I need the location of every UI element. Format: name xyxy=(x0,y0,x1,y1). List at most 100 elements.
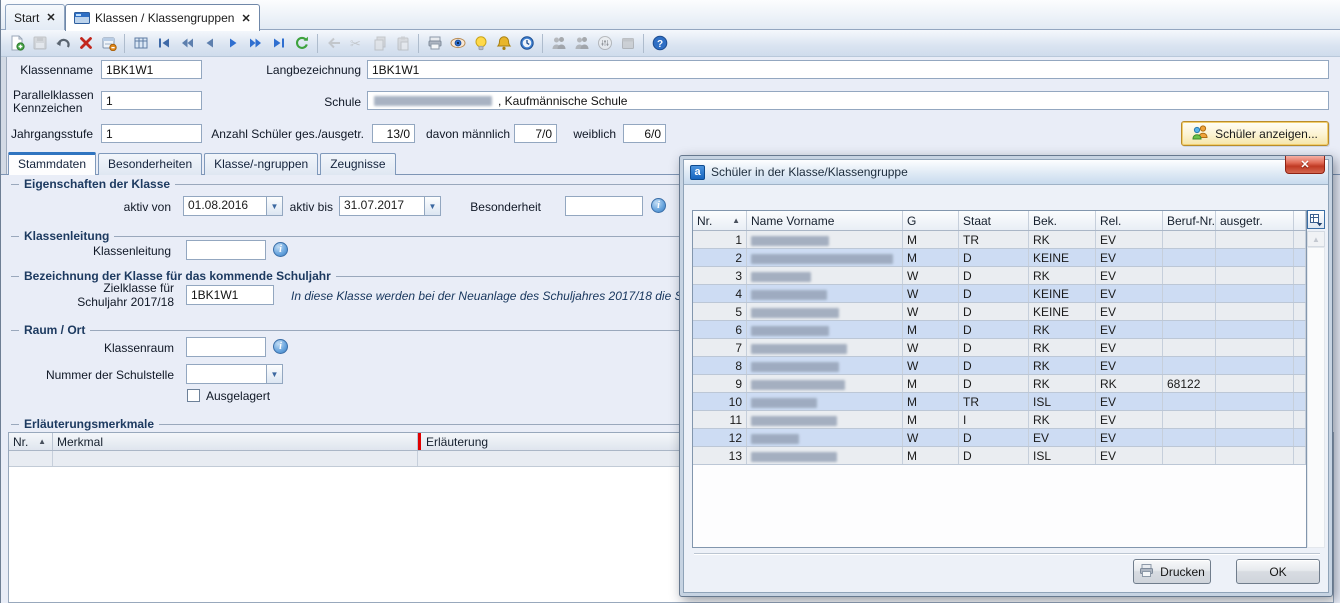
new-record-icon[interactable] xyxy=(5,32,28,55)
first-record-icon[interactable] xyxy=(152,32,175,55)
students-dialog: Schüler in der Klasse/Klassengruppe Nr. … xyxy=(679,155,1333,597)
filter-cell-nr[interactable] xyxy=(9,451,53,466)
info-icon[interactable] xyxy=(273,242,288,257)
tab-zeugnisse[interactable]: Zeugnisse xyxy=(320,153,395,175)
student-row[interactable]: 3WDRKEV xyxy=(693,267,1306,285)
student-religion: EV xyxy=(1096,357,1163,374)
dialog-close-icon[interactable] xyxy=(1285,156,1325,174)
student-nr: 3 xyxy=(693,267,747,284)
student-row[interactable]: 4WDKEINEEV xyxy=(693,285,1306,303)
column-header-staat[interactable]: Staat xyxy=(959,211,1029,230)
prev-record-icon[interactable] xyxy=(198,32,221,55)
column-header-rel[interactable]: Rel. xyxy=(1096,211,1163,230)
parallelklassen-input[interactable] xyxy=(101,91,202,110)
info-icon[interactable] xyxy=(651,198,666,213)
aktiv-von-combo[interactable]: 01.08.2016 xyxy=(183,196,283,216)
students-dialog-titlebar[interactable]: Schüler in der Klasse/Klassengruppe xyxy=(684,160,1328,185)
schule-label: Schule xyxy=(291,95,361,109)
student-row[interactable]: 10MTRISLEV xyxy=(693,393,1306,411)
student-row[interactable]: 8WDRKEV xyxy=(693,357,1306,375)
jahrgangsstufe-input[interactable] xyxy=(101,124,202,143)
student-ausgetreten xyxy=(1216,321,1294,338)
student-staat: D xyxy=(959,285,1029,302)
aktiv-von-value[interactable]: 01.08.2016 xyxy=(183,196,266,216)
student-row[interactable]: 7WDRKEV xyxy=(693,339,1306,357)
column-picker-icon[interactable] xyxy=(1307,210,1325,229)
aktiv-bis-combo[interactable]: 31.07.2017 xyxy=(339,196,441,216)
student-name-redacted xyxy=(747,249,903,266)
info-icon[interactable] xyxy=(273,339,288,354)
student-religion: EV xyxy=(1096,249,1163,266)
scrollbar-track[interactable] xyxy=(1307,247,1325,548)
student-row[interactable]: 13MDISLEV xyxy=(693,447,1306,465)
refresh-icon[interactable] xyxy=(290,32,313,55)
student-row[interactable]: 2MDKEINEEV xyxy=(693,249,1306,267)
tab-klasse-ngruppen[interactable]: Klasse/-ngruppen xyxy=(204,153,318,175)
tab-besonderheiten[interactable]: Besonderheiten xyxy=(98,153,202,175)
students-table-scroll-column xyxy=(1307,210,1325,548)
column-header-ausgetr[interactable]: ausgetr. xyxy=(1216,211,1294,230)
drucken-button[interactable]: Drucken xyxy=(1133,559,1211,584)
besonderheit-input[interactable] xyxy=(565,196,643,216)
zielklasse-input[interactable] xyxy=(186,285,274,305)
schueler-anzeigen-button[interactable]: Schüler anzeigen... xyxy=(1181,121,1329,146)
scroll-up-icon[interactable] xyxy=(1307,231,1325,247)
column-header-nr[interactable]: Nr. xyxy=(693,211,747,230)
student-row[interactable]: 11MIRKEV xyxy=(693,411,1306,429)
column-header-name-vorname[interactable]: Name Vorname xyxy=(747,211,903,230)
chevron-down-icon[interactable] xyxy=(266,364,283,384)
copy-record-icon[interactable] xyxy=(129,32,152,55)
schulstelle-combo[interactable] xyxy=(186,364,283,384)
column-header-erlaeuterung-label: Erläuterung xyxy=(422,435,488,449)
column-header-g[interactable]: G xyxy=(903,211,959,230)
tab-close-icon[interactable] xyxy=(241,12,250,25)
ausgelagert-checkbox[interactable] xyxy=(187,389,200,402)
main-toolbar: ✂? xyxy=(1,30,1340,57)
ok-button[interactable]: OK xyxy=(1236,559,1320,584)
klassenname-input[interactable] xyxy=(101,60,202,79)
filter-cell-merkmal[interactable] xyxy=(53,451,418,466)
tab-start[interactable]: Start xyxy=(5,4,65,30)
last-record-icon[interactable] xyxy=(267,32,290,55)
column-header-nr[interactable]: Nr. xyxy=(9,433,53,450)
klassenleitung-input[interactable] xyxy=(186,240,266,260)
aktiv-bis-label: aktiv bis xyxy=(289,200,333,214)
delete-record-icon[interactable] xyxy=(74,32,97,55)
form-tab-strip: Stammdaten Besonderheiten Klasse/-ngrupp… xyxy=(8,152,396,175)
next-page-icon[interactable] xyxy=(244,32,267,55)
next-record-icon[interactable] xyxy=(221,32,244,55)
student-row[interactable]: 9MDRKRK68122 xyxy=(693,375,1306,393)
chevron-down-icon[interactable] xyxy=(424,196,441,216)
tab-close-icon[interactable] xyxy=(46,11,55,24)
column-header-merkmal[interactable]: Merkmal xyxy=(53,433,418,450)
tab-stammdaten[interactable]: Stammdaten xyxy=(8,152,96,175)
student-bekenntnis: RK xyxy=(1029,321,1096,338)
student-row[interactable]: 1MTRRKEV xyxy=(693,231,1306,249)
student-row[interactable]: 6MDRKEV xyxy=(693,321,1306,339)
remove-assignment-icon[interactable] xyxy=(97,32,120,55)
preview-icon[interactable] xyxy=(446,32,469,55)
student-row[interactable]: 12WDEVEV xyxy=(693,429,1306,447)
chevron-down-icon[interactable] xyxy=(266,196,283,216)
aktiv-bis-value[interactable]: 31.07.2017 xyxy=(339,196,424,216)
help-icon[interactable]: ? xyxy=(648,32,671,55)
student-row[interactable]: 5WDKEINEEV xyxy=(693,303,1306,321)
klassenraum-input[interactable] xyxy=(186,337,266,357)
hint-icon[interactable] xyxy=(469,32,492,55)
prev-page-icon[interactable] xyxy=(175,32,198,55)
schueler-anzeigen-label: Schüler anzeigen... xyxy=(1215,127,1318,141)
tab-klassen-klassengruppen[interactable]: Klassen / Klassengruppen xyxy=(65,4,260,31)
langbezeichnung-input[interactable] xyxy=(367,60,1329,79)
toolbar-separator xyxy=(317,34,318,53)
schulstelle-value[interactable] xyxy=(186,364,266,384)
redacted-school-name xyxy=(374,96,492,106)
column-header-beruf-nr[interactable]: Beruf-Nr. xyxy=(1163,211,1216,230)
parallelklassen-label-line1: Parallelklassen xyxy=(13,88,94,102)
column-header-bek[interactable]: Bek. xyxy=(1029,211,1096,230)
notification-icon[interactable] xyxy=(492,32,515,55)
student-religion: RK xyxy=(1096,375,1163,392)
reminder-icon[interactable] xyxy=(515,32,538,55)
student-name-redacted xyxy=(747,339,903,356)
print-icon[interactable] xyxy=(423,32,446,55)
undo-icon[interactable] xyxy=(51,32,74,55)
